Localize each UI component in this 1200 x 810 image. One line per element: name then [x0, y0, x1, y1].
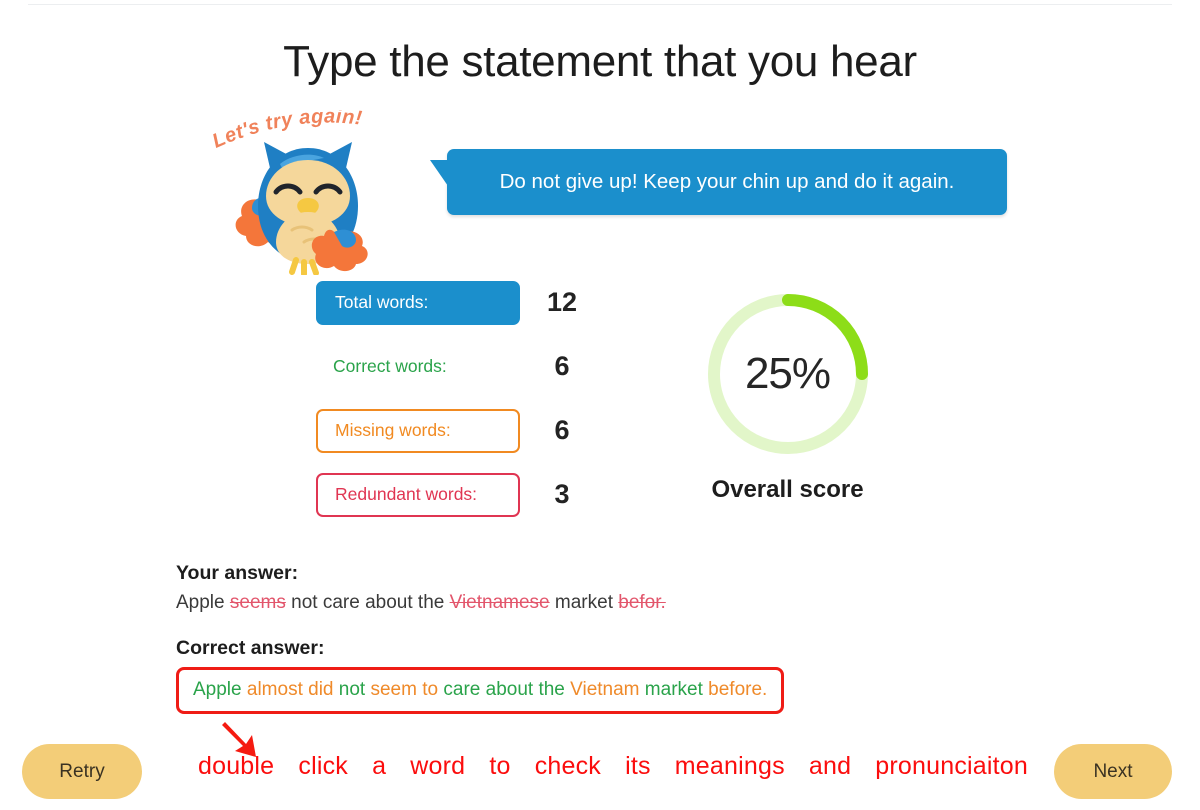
stat-row-redundant: Redundant words: 3 [316, 471, 606, 518]
stat-label-missing: Missing words: [316, 408, 520, 453]
correct-answer-word[interactable]: seem [370, 679, 416, 700]
your-answer-word[interactable]: seems [230, 592, 286, 613]
stat-row-missing: Missing words: 6 [316, 407, 606, 454]
correct-answer-word[interactable]: to [422, 679, 438, 700]
score-percent-label: 25% [744, 349, 831, 398]
retry-button[interactable]: Retry [22, 744, 142, 799]
correct-answer-word[interactable]: care [443, 679, 480, 700]
correct-answer-word[interactable]: before. [708, 679, 767, 700]
stat-value-total: 12 [546, 287, 578, 317]
page-title: Type the statement that you hear [283, 37, 917, 86]
stat-label-total: Total words: [316, 280, 520, 325]
feedback-message: Do not give up! Keep your chin up and do… [499, 170, 955, 194]
mascot: Let's try again! [190, 108, 440, 275]
your-answer-text[interactable]: Apple seems not care about the Vietnames… [176, 590, 1076, 616]
answers-section: Your answer: Apple seems not care about … [176, 562, 1076, 715]
your-answer-word[interactable]: the [418, 592, 444, 613]
your-answer-word[interactable]: not [291, 592, 317, 613]
score-ring: 25% [702, 288, 874, 460]
correct-answer-text[interactable]: Apple almost did not seem to care about … [193, 678, 767, 703]
correct-answer-word[interactable]: did [308, 679, 333, 700]
word-statistics: Total words: 12 Correct words: 6 Missing… [316, 279, 606, 518]
your-answer-heading: Your answer: [176, 562, 299, 584]
correct-answer-word[interactable]: about [486, 679, 534, 700]
your-answer-word[interactable]: care [323, 592, 360, 613]
hint-text: double click a word to check its meaning… [198, 752, 1028, 780]
stat-label-correct: Correct words: [316, 344, 520, 389]
stat-row-correct: Correct words: 6 [316, 343, 606, 390]
your-answer-word[interactable]: Apple [176, 592, 225, 613]
stat-value-missing: 6 [554, 415, 570, 445]
stat-value-redundant: 3 [554, 479, 570, 509]
correct-answer-word[interactable]: not [339, 679, 365, 700]
correct-answer-box: Apple almost did not seem to care about … [176, 666, 785, 715]
correct-answer-word[interactable]: the [538, 679, 564, 700]
top-divider [28, 4, 1172, 5]
feedback-speech-bubble: Do not give up! Keep your chin up and do… [430, 149, 1007, 215]
correct-answer-word[interactable]: almost [247, 679, 303, 700]
correct-answer-word[interactable]: Vietnam [570, 679, 639, 700]
next-button[interactable]: Next [1054, 744, 1172, 799]
stat-row-total: Total words: 12 [316, 279, 606, 326]
owl-icon [235, 142, 368, 275]
stat-label-redundant: Redundant words: [316, 472, 520, 517]
your-answer-word[interactable]: befor. [618, 592, 666, 613]
correct-answer-heading: Correct answer: [176, 636, 325, 659]
overall-score-block: 25% Overall score [690, 288, 885, 504]
correct-answer-word[interactable]: market [645, 679, 703, 700]
speech-bubble-tail [430, 160, 448, 186]
your-answer-word[interactable]: about [365, 592, 413, 613]
your-answer-word[interactable]: market [555, 592, 613, 613]
correct-answer-word[interactable]: Apple [193, 679, 242, 700]
stat-value-correct: 6 [554, 351, 570, 381]
your-answer-word[interactable]: Vietnamese [450, 592, 550, 613]
score-caption: Overall score [711, 476, 864, 503]
